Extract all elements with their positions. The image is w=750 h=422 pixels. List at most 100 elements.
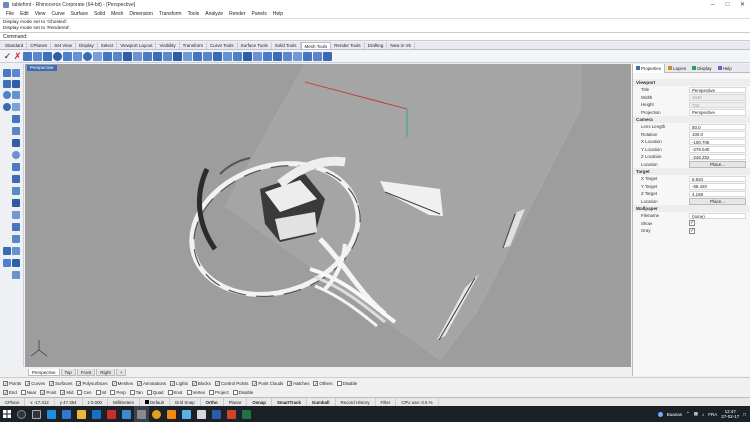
scale-icon[interactable]: [3, 247, 11, 255]
tab-transform[interactable]: Transform: [180, 42, 207, 49]
target-place-button[interactable]: Place...: [689, 198, 746, 205]
tab-solid-tools[interactable]: Solid Tools: [272, 42, 301, 49]
taskbar-app-icon[interactable]: [194, 406, 209, 422]
y-location-field[interactable]: -278.040: [689, 146, 746, 153]
language-indicator[interactable]: FRA: [708, 412, 717, 417]
taskbar-photos-icon[interactable]: [119, 406, 134, 422]
start-button[interactable]: [0, 406, 14, 422]
taskbar-excel-icon[interactable]: [239, 406, 254, 422]
osnap-near[interactable]: Near: [20, 390, 36, 395]
polyline-icon[interactable]: [3, 80, 11, 88]
command-line[interactable]: Command:: [0, 32, 750, 41]
tab-top[interactable]: Top: [60, 368, 76, 376]
osnap-end[interactable]: ✓ End: [3, 390, 17, 395]
menu-solid[interactable]: Solid: [91, 11, 108, 17]
tab-right[interactable]: Right: [96, 368, 115, 376]
z-location-field[interactable]: -248.252: [689, 153, 746, 160]
osnap-point[interactable]: ✓ Point: [40, 390, 56, 395]
mesh-offset-icon[interactable]: [233, 51, 242, 61]
copy-icon[interactable]: [12, 223, 20, 231]
menu-surface[interactable]: Surface: [68, 11, 91, 17]
menu-transform[interactable]: Transform: [156, 11, 185, 17]
command-history[interactable]: Display mode set to 'Ghosted'. Display m…: [0, 18, 750, 32]
weld-mesh-icon[interactable]: [113, 51, 122, 61]
tab-cplanes[interactable]: CPlanes: [27, 42, 52, 49]
taskbar-vlc-icon[interactable]: [164, 406, 179, 422]
filter-points[interactable]: ✓ Points: [3, 380, 21, 386]
taskbar-outlook-icon[interactable]: [89, 406, 104, 422]
osnap-vertex[interactable]: Vertex: [186, 390, 205, 395]
mesh-from-nurbs-icon[interactable]: [93, 51, 102, 61]
osnap-cen[interactable]: Cen: [77, 390, 92, 395]
taskbar-pdf-icon[interactable]: [104, 406, 119, 422]
tab-standard[interactable]: Standard: [2, 42, 28, 49]
flip-mesh-icon[interactable]: [303, 51, 312, 61]
taskbar-edge-icon[interactable]: [59, 406, 74, 422]
tab-perspective[interactable]: Perspective: [28, 368, 60, 376]
fillet-icon[interactable]: [12, 175, 20, 183]
taskbar-task-view-icon[interactable]: [29, 406, 44, 422]
taskbar-rhino-icon[interactable]: [134, 406, 149, 422]
menu-file[interactable]: File: [3, 11, 17, 17]
rectangle-icon[interactable]: [12, 103, 20, 111]
filter-polysurfaces[interactable]: ✓ Polysurfaces: [76, 380, 108, 386]
cancel-icon[interactable]: ✗: [13, 51, 22, 61]
title-field[interactable]: Perspective: [689, 86, 746, 93]
mesh-cylinder-icon[interactable]: [63, 51, 72, 61]
point-icon[interactable]: [12, 69, 20, 77]
match-mesh-edge-icon[interactable]: [183, 51, 192, 61]
taskbar-chrome-icon[interactable]: [149, 406, 164, 422]
tab-render-tools[interactable]: Render Tools: [331, 42, 365, 49]
filter-disable[interactable]: Disable: [336, 380, 357, 386]
osnap-int[interactable]: Int: [95, 390, 106, 395]
tab-drafting[interactable]: Drafting: [365, 42, 388, 49]
mesh-plane-icon[interactable]: [33, 51, 42, 61]
box-icon[interactable]: [12, 139, 20, 147]
osnap-quad[interactable]: Quad: [146, 390, 164, 395]
tab-display-panel[interactable]: Display: [689, 66, 714, 71]
filter-lights[interactable]: ✓ Lights: [170, 380, 188, 386]
menu-edit[interactable]: Edit: [17, 11, 32, 17]
surface-icon[interactable]: [12, 127, 20, 135]
trim-icon[interactable]: [12, 259, 20, 267]
osnap-perp[interactable]: Perp: [110, 390, 126, 395]
z-target-field[interactable]: 4.169: [689, 190, 746, 197]
filter-blocks[interactable]: ✓ Blocks: [191, 380, 211, 386]
perspective-viewport[interactable]: [25, 64, 631, 367]
rotate-icon[interactable]: [12, 235, 20, 243]
filter-meshes[interactable]: ✓ Meshes: [111, 380, 133, 386]
clock[interactable]: 12:47 27-02-17: [721, 409, 739, 419]
tab-help[interactable]: Help: [715, 66, 735, 71]
filename-field[interactable]: (none): [689, 212, 746, 219]
boolean-icon[interactable]: [12, 187, 20, 195]
taskbar-search-icon[interactable]: [14, 406, 29, 422]
sphere-icon[interactable]: [12, 151, 20, 159]
mesh-sphere-icon[interactable]: [53, 51, 62, 61]
move-icon[interactable]: [12, 211, 20, 219]
menu-panels[interactable]: Panels: [249, 11, 270, 17]
menu-help[interactable]: Help: [270, 11, 286, 17]
tab-set-view[interactable]: Set View: [51, 42, 76, 49]
collapse-mesh-icon[interactable]: [193, 51, 202, 61]
filter-control-points[interactable]: ✓ Control Points: [214, 380, 248, 386]
mesh-cone-icon[interactable]: [73, 51, 82, 61]
mesh-trim-icon[interactable]: [163, 51, 172, 61]
mesh-boolean-difference-icon[interactable]: [143, 51, 152, 61]
osnap-tan[interactable]: Tan: [129, 390, 143, 395]
tab-visibility[interactable]: Visibility: [156, 42, 180, 49]
polygon-icon[interactable]: [12, 115, 20, 123]
osnap-mid[interactable]: ✓ Mid: [60, 390, 73, 395]
mesh-intersect-icon[interactable]: [313, 51, 322, 61]
split-icon[interactable]: [12, 271, 20, 279]
tab-new-in-v5[interactable]: New in V5: [387, 42, 415, 49]
tab-select[interactable]: Select: [98, 42, 118, 49]
apply-mesh-icon[interactable]: [263, 51, 272, 61]
osnap-knot[interactable]: Knot: [167, 390, 183, 395]
circle-icon[interactable]: [3, 91, 11, 99]
camera-place-button[interactable]: Place...: [689, 161, 746, 168]
checkmark-icon[interactable]: ✓: [3, 51, 12, 61]
osnap-disable[interactable]: Disable: [232, 390, 253, 395]
filter-surfaces[interactable]: ✓ Surfaces: [49, 380, 72, 386]
ellipse-icon[interactable]: [3, 103, 11, 111]
menu-tools[interactable]: Tools: [185, 11, 203, 17]
